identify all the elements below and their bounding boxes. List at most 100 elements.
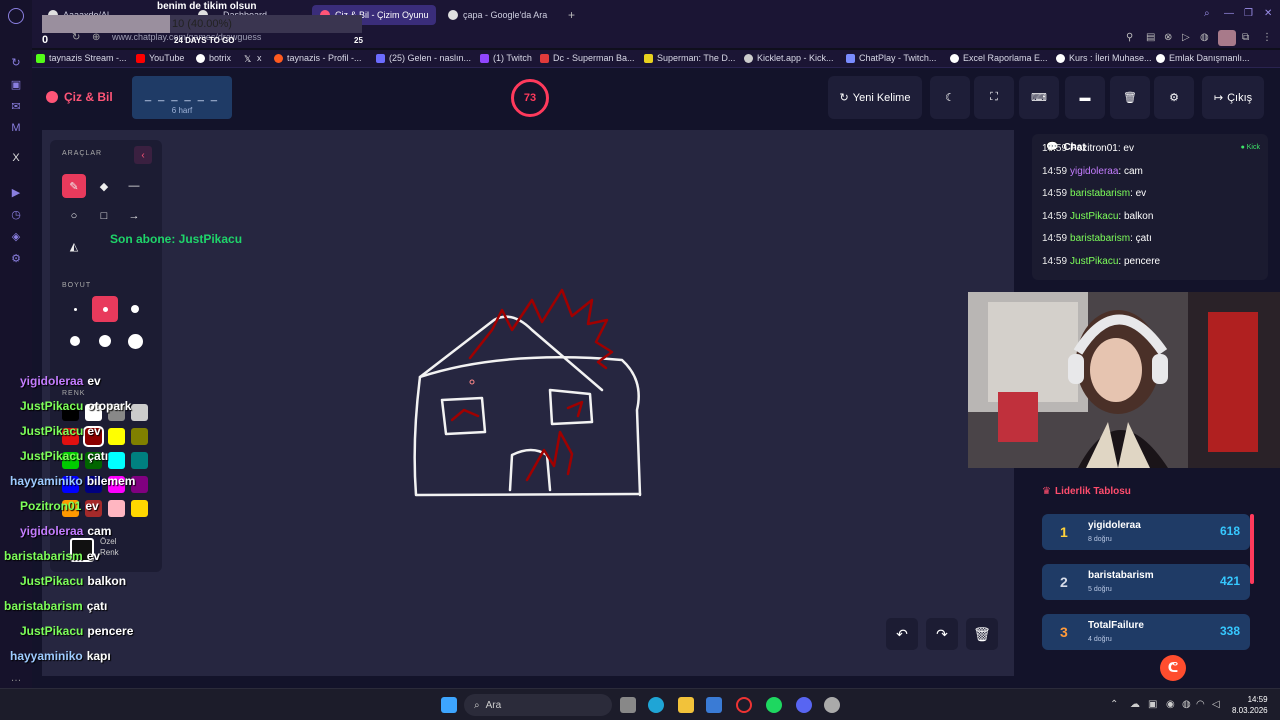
- edge-icon[interactable]: [648, 697, 664, 713]
- cube-icon[interactable]: ◈: [8, 228, 24, 244]
- color-swatch[interactable]: [131, 500, 148, 517]
- chat-username[interactable]: yigidoleraa: [1070, 166, 1118, 177]
- leaderboard-scrollbar[interactable]: [1250, 514, 1254, 584]
- size-l[interactable]: [62, 328, 88, 354]
- color-swatch[interactable]: [108, 452, 125, 469]
- size-s[interactable]: [92, 296, 118, 322]
- bookmark-9[interactable]: Superman: The D...: [644, 53, 735, 63]
- system-clock[interactable]: 14:59 8.03.2026: [1232, 694, 1268, 716]
- minimize-icon[interactable]: —: [1224, 8, 1234, 19]
- shield-icon[interactable]: ⊗: [1164, 32, 1172, 43]
- tab-google[interactable]: çapa - Google'da Ara: [440, 5, 564, 25]
- store-icon[interactable]: [706, 697, 722, 713]
- maximize-icon[interactable]: ❐: [1244, 8, 1253, 19]
- new-tab-icon[interactable]: +: [568, 8, 575, 22]
- chat-username[interactable]: JustPikacu: [1070, 256, 1118, 267]
- windows-start-icon[interactable]: [441, 697, 457, 713]
- tray-mic-icon[interactable]: ◉: [1166, 699, 1175, 710]
- fill-tool[interactable]: ◭: [62, 234, 86, 258]
- play-icon[interactable]: ▶: [8, 184, 24, 200]
- lock-icon[interactable]: ▣: [8, 76, 24, 92]
- bookmark-2[interactable]: YouTube: [136, 53, 184, 63]
- file-explorer-icon[interactable]: [678, 697, 694, 713]
- chat-username[interactable]: baristabarism: [1070, 233, 1130, 244]
- redo-button[interactable]: ↷: [926, 618, 958, 650]
- arrow-tool[interactable]: →: [122, 204, 146, 228]
- keyboard-button[interactable]: ⌨: [1019, 76, 1059, 119]
- theme-toggle-button[interactable]: ☾: [930, 76, 970, 119]
- spotify-icon[interactable]: [766, 697, 782, 713]
- messages-icon[interactable]: ✉: [8, 98, 24, 114]
- bookmark-7[interactable]: (1) Twitch: [480, 53, 532, 63]
- line-tool[interactable]: —: [122, 174, 146, 198]
- bookmark-5[interactable]: taynazis - Profil -...: [274, 53, 362, 63]
- x-icon[interactable]: X: [8, 150, 24, 166]
- size-m[interactable]: [122, 296, 148, 322]
- archive-button[interactable]: ▬: [1065, 76, 1105, 119]
- fullscreen-button[interactable]: ⛶: [974, 76, 1014, 119]
- menu-icon[interactable]: ⋮: [1262, 32, 1272, 43]
- new-word-button[interactable]: ↻ Yeni Kelime: [828, 76, 922, 119]
- bookmark-10[interactable]: Kicklet.app - Kick...: [744, 53, 834, 63]
- color-swatch[interactable]: [131, 452, 148, 469]
- taskbar-search[interactable]: ⌕ Ara: [464, 694, 612, 716]
- tray-logo-icon[interactable]: ◍: [1182, 699, 1191, 710]
- profile-avatar[interactable]: [1218, 30, 1236, 46]
- undo-button[interactable]: ↶: [886, 618, 918, 650]
- wallet-icon[interactable]: ◍: [1200, 32, 1209, 43]
- search-icon[interactable]: ⌕: [1204, 8, 1210, 19]
- eraser-tool[interactable]: ◆: [92, 174, 116, 198]
- close-icon[interactable]: ✕: [1264, 8, 1272, 19]
- discord-icon[interactable]: [796, 697, 812, 713]
- clock-icon[interactable]: ◷: [8, 206, 24, 222]
- opera-icon[interactable]: [736, 697, 752, 713]
- task-view-icon[interactable]: [620, 697, 636, 713]
- cloud-icon[interactable]: ☁: [1130, 699, 1140, 710]
- floating-badge-icon[interactable]: ᕦ: [1160, 655, 1186, 681]
- bookmark-8[interactable]: Dc - Superman Ba...: [540, 53, 635, 63]
- collapse-panel-button[interactable]: ‹: [134, 146, 152, 164]
- size-xs[interactable]: [62, 296, 88, 322]
- settings-button[interactable]: ⚙: [1154, 76, 1194, 119]
- bookmark-3[interactable]: botrix: [196, 53, 231, 63]
- bookmark-1[interactable]: taynazis Stream -...: [36, 53, 127, 63]
- size-xxl[interactable]: [122, 328, 148, 354]
- media-play-icon[interactable]: ▷: [1182, 32, 1190, 43]
- app-icon[interactable]: [824, 697, 840, 713]
- chat-username[interactable]: baristabarism: [1070, 188, 1130, 199]
- exit-button[interactable]: ↦ Çıkış: [1202, 76, 1264, 119]
- bookmark-11[interactable]: ChatPlay - Twitch...: [846, 53, 936, 63]
- drawing-canvas[interactable]: ARAÇLAR ‹ ✎ ◆ — ○ □ → ◭ BOYUT RENK Özel …: [42, 130, 1014, 676]
- color-swatch[interactable]: [131, 404, 148, 421]
- color-swatch[interactable]: [131, 428, 148, 445]
- volume-icon[interactable]: ◁: [1212, 699, 1220, 710]
- delete-button[interactable]: 🗑: [1110, 76, 1150, 119]
- clear-canvas-button[interactable]: 🗑: [966, 618, 998, 650]
- color-swatch[interactable]: [108, 500, 125, 517]
- pin-icon[interactable]: ⚲: [1126, 32, 1133, 43]
- mail-icon[interactable]: M: [8, 120, 24, 136]
- bookmark-12[interactable]: Excel Raporlama E...: [950, 53, 1048, 63]
- color-swatch[interactable]: [108, 428, 125, 445]
- bookmark-6[interactable]: (25) Gelen - naslın...: [376, 53, 471, 63]
- rectangle-tool[interactable]: □: [92, 204, 116, 228]
- size-xl[interactable]: [92, 328, 118, 354]
- browser-logo-icon[interactable]: [8, 8, 24, 24]
- chat-text: pencere: [1123, 255, 1161, 267]
- bookmark-14[interactable]: Emlak Danışmanlı...: [1156, 53, 1250, 63]
- wifi-icon[interactable]: ◠: [1196, 699, 1205, 710]
- more-icon[interactable]: …: [8, 670, 24, 686]
- chat-username[interactable]: JustPikacu: [1070, 211, 1118, 222]
- refresh-icon[interactable]: ↻: [8, 54, 24, 70]
- brush-tool[interactable]: ✎: [62, 174, 86, 198]
- paint-bucket-icon: ◭: [69, 240, 79, 253]
- bookmark-4[interactable]: 𝕏x: [244, 53, 262, 64]
- tray-app-icon[interactable]: ▣: [1148, 699, 1157, 710]
- bookmark-13[interactable]: Kurs : İleri Muhase...: [1056, 53, 1152, 63]
- tray-chevron-icon[interactable]: ⌃: [1110, 699, 1118, 710]
- chat-username[interactable]: Pozitron01: [1070, 143, 1118, 154]
- extensions-icon[interactable]: ⧉: [1242, 32, 1249, 43]
- circle-tool[interactable]: ○: [62, 204, 86, 228]
- save-icon[interactable]: ▤: [1146, 32, 1155, 43]
- settings-icon[interactable]: ⚙: [8, 250, 24, 266]
